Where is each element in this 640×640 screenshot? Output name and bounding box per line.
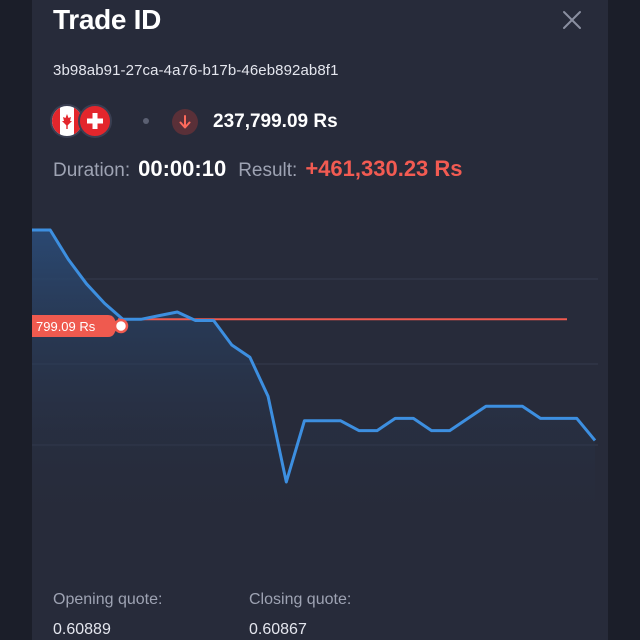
separator-dot — [143, 118, 149, 124]
price-chart-svg: 799.09 Rs — [32, 228, 598, 520]
price-area-fill — [32, 230, 595, 520]
opening-quote: Opening quote: 0.60889 — [53, 591, 162, 639]
close-button[interactable] — [558, 6, 586, 34]
switzerland-flag-icon — [78, 104, 112, 138]
trade-amount: 237,799.09 Rs — [213, 111, 338, 132]
duration-value: 00:00:10 — [138, 156, 227, 181]
close-icon — [563, 11, 581, 29]
price-chart: 799.09 Rs — [32, 200, 608, 520]
entry-price-label: 799.09 Rs — [36, 319, 96, 334]
trade-stats: Duration: 00:00:10 Result: +461,330.23 Rs — [53, 156, 463, 184]
arrow-down-icon — [172, 109, 198, 135]
entry-point-marker — [113, 318, 129, 334]
trade-id-value: 3b98ab91-27ca-4a76-b17b-46eb892ab8f1 — [53, 62, 339, 79]
result-value: +461,330.23 Rs — [305, 156, 463, 181]
page-title: Trade ID — [53, 4, 162, 35]
opening-quote-value: 0.60889 — [53, 621, 111, 638]
result-label: Result: — [238, 160, 298, 181]
closing-quote: Closing quote: 0.60867 — [249, 591, 351, 639]
opening-quote-label: Opening quote: — [53, 591, 163, 608]
entry-price-tag: 799.09 Rs — [32, 315, 118, 337]
duration-label: Duration: — [53, 160, 131, 181]
currency-pair — [50, 104, 114, 140]
closing-quote-value: 0.60867 — [249, 621, 307, 638]
closing-quote-label: Closing quote: — [249, 591, 352, 608]
trade-details-panel: Trade ID 3b98ab91-27ca-4a76-b17b-46eb892… — [32, 0, 608, 640]
